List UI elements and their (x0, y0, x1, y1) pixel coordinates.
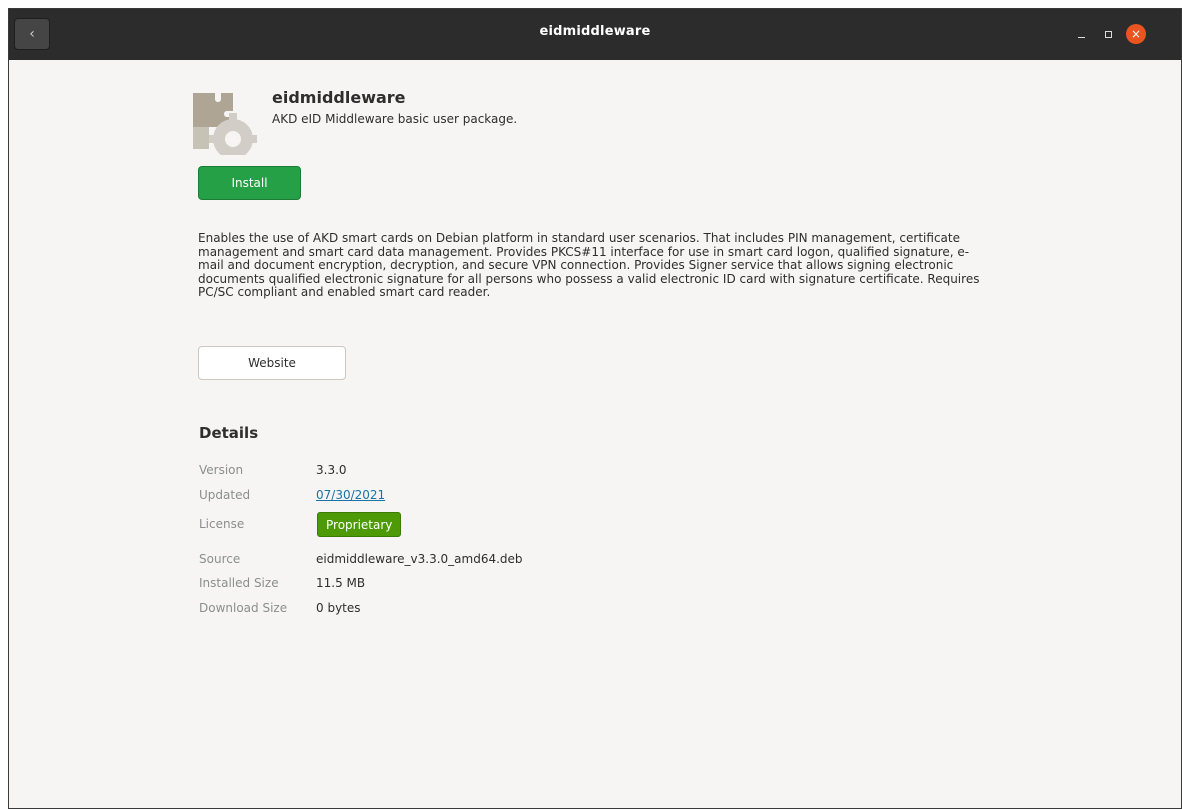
maximize-icon (1104, 30, 1112, 38)
download-size-value: 0 bytes (316, 601, 361, 615)
close-button[interactable]: × (1126, 24, 1146, 44)
minimize-button[interactable] (1071, 24, 1091, 44)
minimize-icon (1077, 36, 1085, 38)
details-row-installed-size: Installed Size 11.5 MB (199, 576, 799, 598)
install-button[interactable]: Install (198, 166, 301, 200)
window-title: eidmiddleware (539, 24, 651, 39)
puzzle-gear-icon (189, 87, 257, 155)
details-row-download-size: Download Size 0 bytes (199, 601, 799, 623)
installed-size-value: 11.5 MB (316, 576, 366, 590)
source-label: Source (199, 552, 241, 566)
version-value: 3.3.0 (316, 463, 347, 477)
maximize-button[interactable] (1098, 24, 1118, 44)
updated-link[interactable]: 07/30/2021 (316, 488, 385, 502)
details-heading: Details (199, 424, 259, 442)
close-icon: × (1130, 27, 1142, 41)
updated-label: Updated (199, 488, 251, 502)
version-label: Version (199, 463, 244, 477)
app-details-page: eidmiddleware AKD eID Middleware basic u… (9, 60, 1181, 808)
website-button[interactable]: Website (198, 346, 346, 380)
details-row-updated: Updated 07/30/2021 (199, 488, 799, 510)
app-window: ‹ eidmiddleware × eidmiddleware AKD eID … (8, 8, 1182, 809)
license-label: License (199, 517, 245, 531)
details-row-version: Version 3.3.0 (199, 463, 799, 485)
details-row-source: Source eidmiddleware_v3.3.0_amd64.deb (199, 552, 799, 574)
installed-size-label: Installed Size (199, 576, 279, 590)
app-summary: AKD eID Middleware basic user package. (272, 112, 518, 126)
source-value: eidmiddleware_v3.3.0_amd64.deb (316, 552, 523, 566)
app-name: eidmiddleware (272, 88, 406, 107)
title-bar: ‹ eidmiddleware × (9, 9, 1181, 60)
app-description: Enables the use of AKD smart cards on De… (198, 231, 980, 299)
license-button[interactable]: Proprietary (317, 512, 402, 537)
download-size-label: Download Size (199, 601, 288, 615)
details-row-license: License Proprietary (199, 512, 799, 539)
